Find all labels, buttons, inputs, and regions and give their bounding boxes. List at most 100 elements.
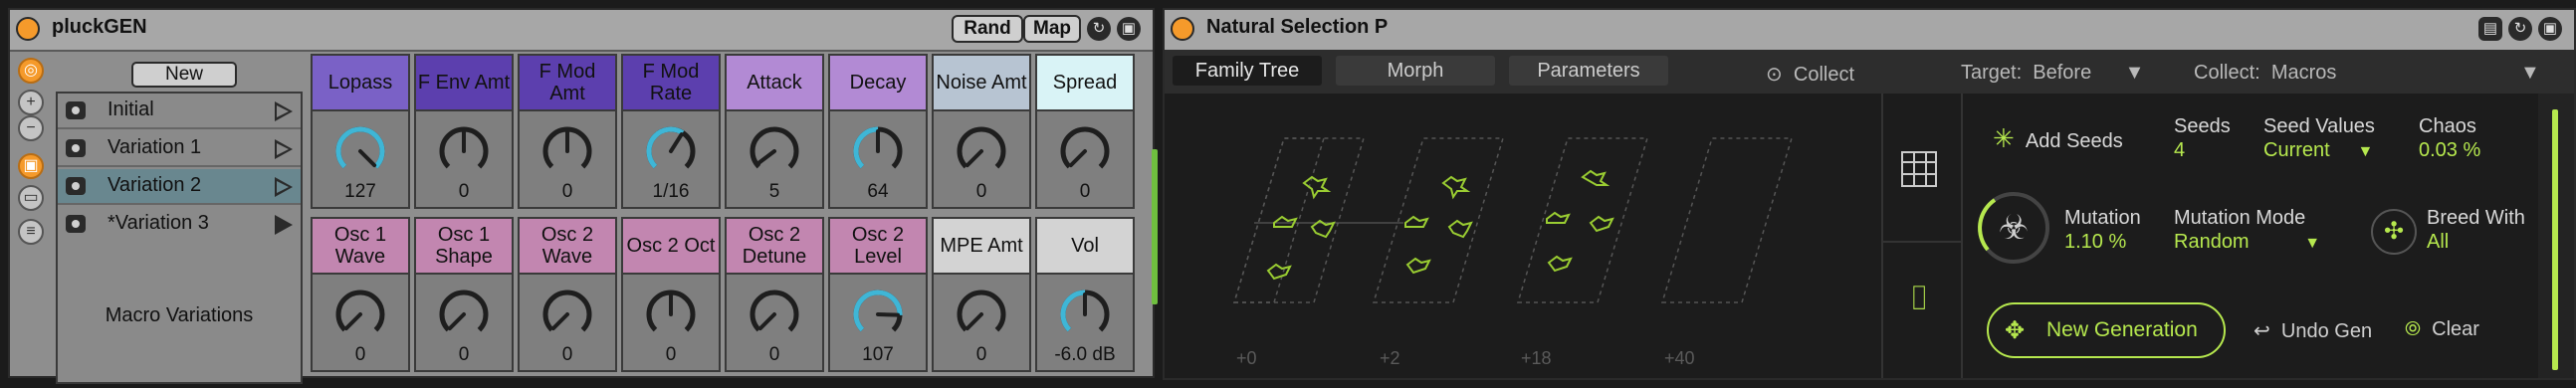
macro-knob[interactable]: [539, 123, 595, 179]
macro-knob-label[interactable]: Vol: [1037, 219, 1133, 275]
new-generation-button[interactable]: ✥ New Generation: [1987, 302, 2226, 358]
macro-knob[interactable]: [850, 123, 906, 179]
collect-button-label: Collect: [1793, 64, 1855, 86]
play-icon[interactable]: [275, 101, 293, 121]
tab-bar: Family Tree Morph Parameters ⊙ Collect T…: [1165, 50, 2574, 94]
device-title: pluckGEN: [52, 16, 147, 38]
macro-knob-label[interactable]: Osc 1 Wave: [313, 219, 408, 275]
seeds-label: Seeds: [2174, 115, 2231, 137]
mutation-mode-dropdown[interactable]: Random ▼: [2174, 231, 2320, 254]
variation-item-selected[interactable]: Variation 2: [58, 169, 301, 205]
remove-macro-icon[interactable]: −: [18, 115, 44, 141]
macro-knob[interactable]: [850, 287, 906, 342]
fold-icon[interactable]: ▤: [2478, 17, 2502, 41]
macro-knob[interactable]: [643, 287, 699, 342]
macro-knob-label[interactable]: Osc 1 Shape: [416, 219, 512, 275]
randomize-icon[interactable]: ▭: [18, 185, 44, 211]
macro-knob[interactable]: [954, 287, 1009, 342]
hot-swap-icon[interactable]: ↻: [1087, 17, 1111, 41]
chevron-down-icon[interactable]: ▼: [2520, 62, 2540, 85]
variation-item[interactable]: Initial: [58, 94, 301, 129]
biohazard-icon: ☣: [1999, 208, 2029, 248]
chaos-label: Chaos: [2419, 115, 2476, 137]
tab-parameters[interactable]: Parameters: [1509, 56, 1668, 86]
macro-knob-label[interactable]: Osc 2 Detune: [727, 219, 822, 275]
macro-knob[interactable]: [539, 287, 595, 342]
breed-with-label: Breed With: [2427, 207, 2525, 229]
clear-button[interactable]: ⦾ Clear: [2405, 318, 2479, 341]
hot-swap-icon[interactable]: ↻: [2508, 17, 2532, 41]
undo-icon: ↩: [2254, 320, 2270, 342]
macro-knob-label[interactable]: F Mod Rate: [623, 56, 719, 111]
macro-knob-label[interactable]: Noise Amt: [934, 56, 1029, 111]
macro-knob[interactable]: [747, 287, 802, 342]
add-macro-icon[interactable]: +: [18, 90, 44, 115]
play-icon[interactable]: [275, 177, 293, 197]
save-preset-icon[interactable]: ▣: [2538, 17, 2562, 41]
collect-icon: ⊙: [1766, 64, 1783, 86]
map-button[interactable]: Map: [1023, 15, 1081, 43]
sparkle-icon: ✳: [1993, 123, 2015, 153]
macro-knob[interactable]: [436, 287, 492, 342]
seed-values-dropdown[interactable]: Current ▼: [2263, 139, 2373, 162]
device-power-toggle[interactable]: [16, 17, 40, 41]
macro-knob-label[interactable]: Osc 2 Oct: [623, 219, 719, 275]
collect-button[interactable]: ⊙ Collect: [1766, 62, 1854, 87]
macro-knob-label[interactable]: MPE Amt: [934, 219, 1029, 275]
new-variation-button[interactable]: New: [131, 62, 237, 88]
macro-knob[interactable]: [1057, 287, 1113, 342]
macro-knob-label[interactable]: F Env Amt: [416, 56, 512, 111]
macro-variations-icon[interactable]: ▣: [18, 153, 44, 179]
play-icon[interactable]: [275, 139, 293, 159]
macro-knob[interactable]: [332, 287, 388, 342]
seeds-value[interactable]: 4: [2174, 139, 2185, 162]
undo-gen-button[interactable]: ↩ Undo Gen: [2254, 318, 2372, 343]
macro-knob-value: 0: [458, 344, 470, 365]
list-icon[interactable]: ≡: [18, 219, 44, 245]
device-power-toggle[interactable]: [1171, 17, 1194, 41]
macro-knob-label[interactable]: Attack: [727, 56, 822, 111]
save-preset-icon[interactable]: ▣: [1117, 17, 1141, 41]
add-seeds-button[interactable]: ✳ Add Seeds: [1993, 123, 2123, 154]
macro-knob-label[interactable]: Spread: [1037, 56, 1133, 111]
macro-knob-cell: Vol -6.0 dB: [1035, 217, 1135, 372]
macro-knob[interactable]: [1057, 123, 1113, 179]
camera-icon[interactable]: [66, 177, 86, 195]
macro-knob-cell: Osc 1 Shape 0: [414, 217, 514, 372]
tab-morph[interactable]: Morph: [1336, 56, 1495, 86]
macro-knob-cell: Lopass 127: [311, 54, 410, 209]
variation-item[interactable]: Variation 1: [58, 131, 301, 167]
breed-icon[interactable]: ✣: [2371, 209, 2417, 255]
target-selector[interactable]: Target: Before ▼: [1961, 62, 2144, 85]
macro-knob-cell: Spread 0: [1035, 54, 1135, 209]
tab-family-tree[interactable]: Family Tree: [1173, 56, 1322, 86]
rand-button[interactable]: Rand: [952, 15, 1023, 43]
tree-view-icon[interactable]: ⌷: [1901, 281, 1937, 316]
macro-knob-label[interactable]: Lopass: [313, 56, 408, 111]
generation-label: +2: [1380, 348, 1400, 368]
mutation-knob[interactable]: ☣: [1975, 189, 2052, 267]
breed-with-value[interactable]: All: [2427, 231, 2449, 254]
macro-knob[interactable]: [332, 123, 388, 179]
macro-knob[interactable]: [747, 123, 802, 179]
macro-knob-label[interactable]: Osc 2 Level: [830, 219, 926, 275]
macro-knob-value: 0: [975, 181, 987, 202]
macro-knob[interactable]: [436, 123, 492, 179]
macro-knob-label[interactable]: Osc 2 Wave: [520, 219, 615, 275]
mutation-value[interactable]: 1.10 %: [2064, 231, 2126, 254]
chaos-value[interactable]: 0.03 %: [2419, 139, 2480, 162]
camera-icon[interactable]: [66, 139, 86, 157]
macro-knob-cell: Osc 2 Oct 0: [621, 217, 721, 372]
macro-control-icon[interactable]: ◎: [18, 58, 44, 84]
macro-knob-label[interactable]: F Mod Amt: [520, 56, 615, 111]
camera-icon[interactable]: [66, 101, 86, 119]
macro-knob[interactable]: [954, 123, 1009, 179]
camera-icon[interactable]: [66, 215, 86, 233]
family-tree-view: +0 +2 +18 +40: [1165, 94, 1891, 378]
macro-knob[interactable]: [643, 123, 699, 179]
grid-view-icon[interactable]: [1901, 151, 1937, 187]
play-icon[interactable]: [275, 215, 293, 235]
collect-selector[interactable]: Collect: Macros: [2194, 62, 2336, 85]
variation-item[interactable]: *Variation 3: [58, 207, 301, 243]
macro-knob-label[interactable]: Decay: [830, 56, 926, 111]
